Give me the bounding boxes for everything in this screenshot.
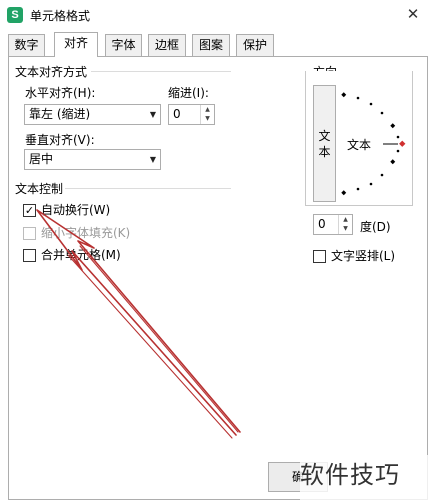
tab-border[interactable]: 边框: [148, 34, 186, 56]
shrink-to-fit-label: 缩小字体填充(K): [41, 226, 131, 240]
alignment-group-divider: [91, 71, 231, 72]
indent-stepper[interactable]: 0 ▲ ▼: [168, 104, 215, 125]
text-control-divider: [65, 188, 231, 189]
dial-dot: [356, 187, 360, 191]
title-bar: S 单元格格式 ✕: [0, 0, 431, 30]
vertical-stack-box: [313, 250, 326, 263]
dial-marker-upper: [390, 123, 396, 129]
watermark: 软件技巧: [300, 455, 431, 500]
dial-dot: [369, 182, 373, 186]
indent-spin-buttons: ▲ ▼: [200, 105, 214, 124]
indent-value: 0: [173, 107, 181, 121]
text-control-group-label: 文本控制: [15, 180, 64, 197]
shrink-to-fit-checkbox[interactable]: 缩小字体填充(K): [23, 226, 163, 242]
merge-cells-box: [23, 249, 36, 262]
indent-label: 缩进(I):: [168, 86, 209, 100]
checkmark-icon: ✓: [23, 204, 36, 217]
horizontal-align-select[interactable]: 靠左 (缩进) ▼: [24, 104, 161, 125]
horizontal-align-label: 水平对齐(H):: [25, 86, 96, 100]
dial-dot: [396, 149, 400, 153]
degree-stepper[interactable]: 0 ▲ ▼: [313, 214, 353, 235]
watermark-text: 软件技巧: [300, 461, 400, 489]
tab-alignment[interactable]: 对齐: [54, 32, 98, 57]
tab-protection[interactable]: 保护: [236, 34, 274, 56]
dial-text-label: 文本: [347, 138, 372, 152]
wrap-text-checkbox[interactable]: ✓ 自动换行(W): [23, 203, 163, 219]
close-button[interactable]: ✕: [400, 2, 426, 26]
spin-up-icon[interactable]: ▲: [339, 215, 352, 224]
dial-dot: [380, 173, 384, 177]
merge-cells-checkbox[interactable]: 合并单元格(M): [23, 248, 163, 264]
degree-value: 0: [318, 217, 326, 231]
orientation-dial[interactable]: 文本: [340, 85, 410, 202]
dial-marker-lower: [390, 159, 396, 165]
spin-down-icon[interactable]: ▼: [201, 114, 214, 123]
horizontal-align-value: 靠左 (缩进): [29, 107, 91, 121]
dial-dot: [369, 102, 373, 106]
spin-up-icon[interactable]: ▲: [201, 105, 214, 114]
tab-number[interactable]: 数字: [8, 34, 45, 56]
spin-down-icon[interactable]: ▼: [339, 224, 352, 233]
dial-dot: [396, 135, 400, 139]
alignment-panel: 文本对齐方式 水平对齐(H): 靠左 (缩进) ▼ 缩进(I): 0 ▲ ▼ 垂…: [8, 56, 428, 500]
vertical-stack-label: 文字竖排(L): [331, 249, 396, 263]
wrap-text-label: 自动换行(W): [41, 203, 111, 217]
vertical-align-select[interactable]: 居中 ▼: [24, 149, 161, 170]
vertical-text-button[interactable]: 文本: [313, 85, 336, 202]
vertical-align-value: 居中: [29, 152, 54, 166]
degree-spin-buttons: ▲ ▼: [338, 215, 352, 234]
dropdown-arrow-icon: ▼: [149, 110, 156, 119]
tab-pattern[interactable]: 图案: [192, 34, 230, 56]
degree-label: 度(D): [360, 220, 391, 234]
dial-marker-bottom: [341, 190, 347, 196]
dial-dot: [356, 96, 360, 100]
dial-pointer-icon: [399, 140, 406, 147]
dropdown-arrow-icon: ▼: [149, 155, 156, 164]
alignment-group-label: 文本对齐方式: [15, 63, 88, 80]
tab-font[interactable]: 字体: [105, 34, 142, 56]
spreadsheet-app-icon: S: [7, 7, 23, 23]
dial-marker-top: [341, 92, 347, 98]
vertical-stack-checkbox[interactable]: 文字竖排(L): [313, 249, 413, 265]
window-title: 单元格格式: [30, 9, 91, 23]
shrink-to-fit-box: [23, 227, 36, 240]
vertical-align-label: 垂直对齐(V):: [25, 133, 95, 147]
merge-cells-label: 合并单元格(M): [41, 248, 121, 262]
dial-dot: [380, 111, 384, 115]
vertical-text-label: 文本: [318, 129, 331, 159]
